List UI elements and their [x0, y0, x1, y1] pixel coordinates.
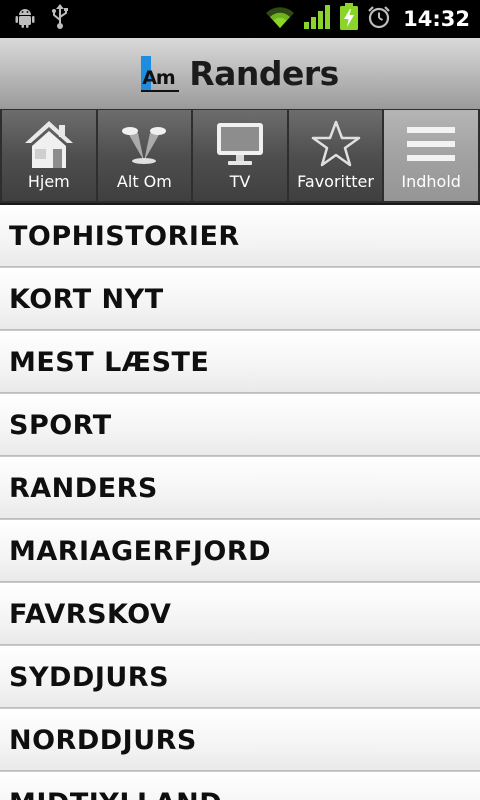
list-item-label: MIDTJYLLAND	[9, 788, 222, 800]
list-item-kort-nyt[interactable]: KORT NYT	[0, 268, 480, 331]
spotlight-icon	[118, 118, 170, 170]
list-item-label: NORDDJURS	[9, 724, 197, 756]
status-bar: 14:32	[0, 0, 480, 38]
tab-favoritter[interactable]: Favoritter	[288, 110, 383, 201]
list-item-label: SPORT	[9, 409, 112, 441]
list-item-mariagerfjord[interactable]: MARIAGERFJORD	[0, 520, 480, 583]
logo-underline	[141, 89, 180, 92]
home-icon	[23, 118, 75, 170]
app-logo: Am Randers	[141, 53, 339, 93]
list-item-syddjurs[interactable]: SYDDJURS	[0, 646, 480, 709]
list-item-label: TOPHISTORIER	[9, 220, 240, 252]
list-item-label: RANDERS	[9, 472, 158, 504]
list-item-randers[interactable]: RANDERS	[0, 457, 480, 520]
status-time: 14:32	[403, 7, 470, 31]
tab-label: Alt Om	[116, 172, 172, 191]
tv-icon	[214, 118, 266, 170]
logo-mark: Am	[141, 55, 180, 92]
tab-bar: Hjem Alt Om TV Favoritter Indhold	[0, 109, 480, 205]
tab-indhold[interactable]: Indhold	[384, 110, 478, 201]
logo-text: Randers	[189, 53, 339, 93]
tab-label: Favoritter	[297, 172, 374, 191]
tab-hjem[interactable]: Hjem	[2, 110, 96, 201]
list-item-label: SYDDJURS	[9, 661, 170, 693]
star-icon	[311, 118, 361, 170]
list-item-tophistorier[interactable]: TOPHISTORIER	[0, 205, 480, 268]
status-left	[0, 4, 70, 34]
section-list: TOPHISTORIER KORT NYT MEST LÆSTE SPORT R…	[0, 205, 480, 800]
android-debug-icon	[14, 6, 36, 32]
usb-icon	[50, 4, 70, 34]
tab-label: Indhold	[401, 172, 461, 191]
tab-tv[interactable]: TV	[193, 110, 287, 201]
list-item-label: MARIAGERFJORD	[9, 535, 272, 567]
tab-label: Hjem	[27, 172, 70, 191]
list-item-mest-laeste[interactable]: MEST LÆSTE	[0, 331, 480, 394]
tab-alt-om[interactable]: Alt Om	[97, 110, 192, 201]
wifi-icon	[265, 5, 295, 33]
status-right: 14:32	[265, 3, 480, 35]
list-item-label: FAVRSKOV	[9, 598, 172, 630]
alarm-icon	[367, 5, 391, 33]
battery-charging-icon	[339, 3, 359, 35]
list-item-midtjylland[interactable]: MIDTJYLLAND	[0, 772, 480, 800]
tab-label: TV	[229, 172, 251, 191]
app-header: Am Randers	[0, 38, 480, 109]
list-item-label: KORT NYT	[9, 283, 164, 315]
signal-icon	[303, 4, 331, 34]
list-item-favrskov[interactable]: FAVRSKOV	[0, 583, 480, 646]
logo-mark-text: Am	[142, 66, 176, 89]
list-item-sport[interactable]: SPORT	[0, 394, 480, 457]
list-item-norddjurs[interactable]: NORDDJURS	[0, 709, 480, 772]
menu-icon	[405, 118, 457, 170]
list-item-label: MEST LÆSTE	[9, 346, 210, 378]
